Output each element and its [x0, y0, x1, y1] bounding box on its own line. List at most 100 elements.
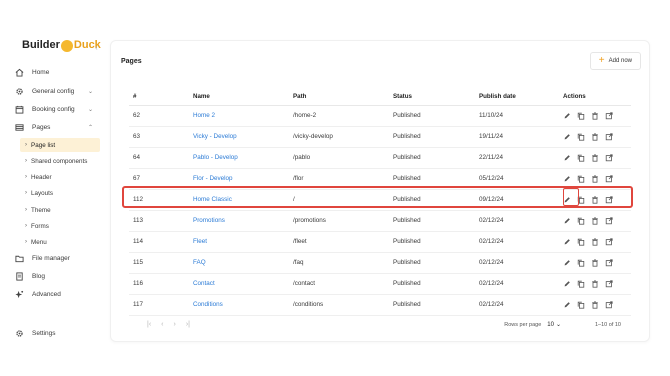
table-row[interactable]: 117 Conditions/conditions Published 02/12/2…: [129, 294, 631, 316]
sparkle-icon: [14, 289, 24, 299]
edit-icon[interactable]: [563, 154, 571, 162]
edit-icon[interactable]: [563, 196, 571, 204]
copy-icon[interactable]: [577, 238, 585, 246]
row-name-link[interactable]: Pablo - Develop: [193, 147, 293, 169]
table-row[interactable]: 64 Pablo - Develop/pablo Published 22/11/24: [129, 147, 631, 169]
row-id: 117: [129, 294, 193, 316]
delete-icon[interactable]: [591, 174, 599, 183]
table-row[interactable]: 112 Home Classic / Published 09/12/24: [129, 189, 631, 211]
row-id: 112: [129, 189, 193, 211]
edit-icon[interactable]: [563, 301, 571, 309]
row-name-link[interactable]: Home 2: [193, 105, 293, 127]
copy-icon[interactable]: [577, 301, 585, 309]
open-external-icon[interactable]: [605, 132, 613, 141]
table-header-row: # Name Path Status Publish date Actions: [129, 89, 631, 106]
sidebar-item-general-config[interactable]: General config ⌄: [4, 84, 99, 98]
delete-icon[interactable]: [591, 195, 599, 204]
row-name-link[interactable]: Promotions: [193, 210, 293, 232]
collapse-sidebar-toggle[interactable]: ‹: [95, 43, 98, 52]
copy-icon[interactable]: [577, 175, 585, 183]
open-external-icon[interactable]: [605, 279, 613, 288]
sidebar-subitem-layouts[interactable]: › Layouts: [20, 186, 100, 200]
copy-icon[interactable]: [577, 154, 585, 162]
row-status: Published: [393, 126, 479, 148]
first-page-button[interactable]: |‹: [147, 321, 151, 328]
row-name-link[interactable]: Vicky - Develop: [193, 126, 293, 148]
open-external-icon[interactable]: [605, 153, 613, 162]
chevron-right-icon: ›: [25, 223, 27, 229]
sidebar-subitem-header[interactable]: › Header: [20, 170, 100, 184]
last-page-button[interactable]: ›|: [186, 321, 190, 328]
copy-icon[interactable]: [577, 217, 585, 225]
delete-icon[interactable]: [591, 258, 599, 267]
sidebar-item-file-manager[interactable]: File manager: [4, 251, 99, 265]
rows-per-page-select[interactable]: 10 ⌄: [547, 321, 561, 329]
delete-icon[interactable]: [591, 111, 599, 120]
copy-icon[interactable]: [577, 259, 585, 267]
sidebar-item-pages[interactable]: Pages ⌃: [4, 120, 99, 134]
row-name-link[interactable]: Contact: [193, 273, 293, 295]
row-name-link[interactable]: Conditions: [193, 294, 293, 316]
open-external-icon[interactable]: [605, 237, 613, 246]
column-header-publish-date[interactable]: Publish date: [479, 89, 563, 106]
sidebar-subitem-shared-components[interactable]: › Shared components: [20, 154, 100, 168]
open-external-icon[interactable]: [605, 300, 613, 309]
open-external-icon[interactable]: [605, 216, 613, 225]
column-header-name[interactable]: Name: [193, 89, 293, 106]
sidebar-item-booking-config[interactable]: Booking config ⌄: [4, 102, 99, 116]
row-actions-group: [563, 132, 631, 141]
row-name-link[interactable]: Flor - Develop: [193, 168, 293, 190]
table-row[interactable]: 67 Flor - Develop/flor Published 05/12/24: [129, 168, 631, 190]
sidebar-subitem-forms[interactable]: › Forms: [20, 219, 100, 233]
copy-icon[interactable]: [577, 196, 585, 204]
delete-icon[interactable]: [591, 153, 599, 162]
delete-icon[interactable]: [591, 300, 599, 309]
row-id: 64: [129, 147, 193, 169]
row-id: 113: [129, 210, 193, 232]
builder-duck-logo[interactable]: Builder Duck: [22, 39, 101, 52]
edit-icon[interactable]: [563, 259, 571, 267]
delete-icon[interactable]: [591, 279, 599, 288]
edit-icon[interactable]: [563, 217, 571, 225]
delete-icon[interactable]: [591, 216, 599, 225]
edit-icon[interactable]: [563, 238, 571, 246]
prev-page-button[interactable]: ‹: [161, 321, 163, 328]
edit-icon[interactable]: [563, 112, 571, 120]
edit-icon[interactable]: [563, 280, 571, 288]
row-name-link[interactable]: Fleet: [193, 231, 293, 253]
column-header-id[interactable]: #: [129, 89, 193, 106]
sidebar-subitem-page-list[interactable]: › Page list: [20, 138, 100, 152]
sidebar-item-advanced[interactable]: Advanced: [4, 287, 99, 301]
add-now-button[interactable]: + Add now: [589, 52, 641, 70]
edit-icon[interactable]: [563, 133, 571, 141]
table-row[interactable]: 62 Home 2/home-2 Published 11/10/24: [129, 105, 631, 127]
delete-icon[interactable]: [591, 237, 599, 246]
edit-icon[interactable]: [563, 175, 571, 183]
rows-per-page-value: 10: [547, 321, 554, 328]
row-path: /faq: [293, 252, 393, 274]
next-page-button[interactable]: ›: [174, 321, 176, 328]
copy-icon[interactable]: [577, 133, 585, 141]
sidebar-item-blog[interactable]: Blog: [4, 269, 99, 283]
copy-icon[interactable]: [577, 280, 585, 288]
open-external-icon[interactable]: [605, 111, 613, 120]
sidebar-subitem-menu[interactable]: › Menu: [20, 235, 100, 249]
table-row[interactable]: 63 Vicky - Develop/vicky-develop Published…: [129, 126, 631, 148]
column-header-status[interactable]: Status: [393, 89, 479, 106]
table-row[interactable]: 116 Contact/contact Published 02/12/24: [129, 273, 631, 295]
table-row[interactable]: 114 Fleet/fleet Published 02/12/24: [129, 231, 631, 253]
column-header-path[interactable]: Path: [293, 89, 393, 106]
open-external-icon[interactable]: [605, 258, 613, 267]
row-name-link[interactable]: Home Classic: [193, 189, 293, 211]
copy-icon[interactable]: [577, 112, 585, 120]
open-external-icon[interactable]: [605, 195, 613, 204]
table-row[interactable]: 113 Promotions/promotions Published 02/12/2…: [129, 210, 631, 232]
delete-icon[interactable]: [591, 132, 599, 141]
open-external-icon[interactable]: [605, 174, 613, 183]
sidebar-item-settings[interactable]: Settings: [4, 326, 99, 340]
sidebar-subitem-theme[interactable]: › Theme: [20, 203, 100, 217]
sidebar-item-home[interactable]: Home: [4, 65, 99, 79]
sidebar-subitem-label: Theme: [31, 206, 51, 214]
table-row[interactable]: 115 FAQ/faq Published 02/12/24: [129, 252, 631, 274]
row-name-link[interactable]: FAQ: [193, 252, 293, 274]
